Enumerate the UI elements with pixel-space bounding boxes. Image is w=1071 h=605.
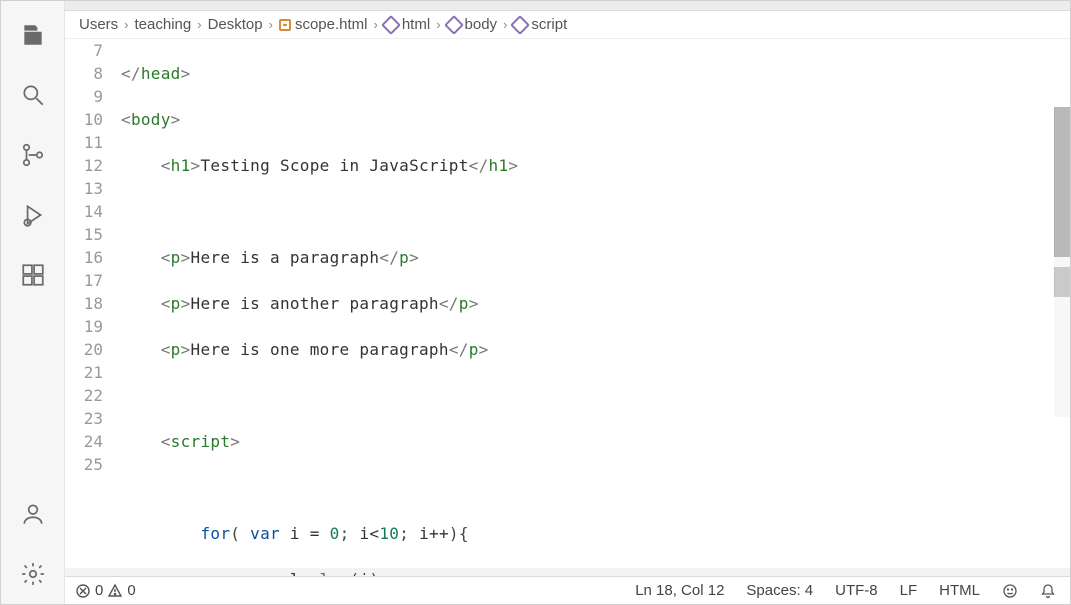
line-number: 23 — [65, 407, 103, 430]
line-number: 11 — [65, 131, 103, 154]
code-line: <body> — [121, 108, 1070, 131]
code-line — [121, 384, 1070, 407]
line-number: 21 — [65, 361, 103, 384]
line-number: 12 — [65, 154, 103, 177]
scrollbar-thumb[interactable] — [1054, 267, 1070, 297]
code-area[interactable]: </head> <body> <h1>Testing Scope in Java… — [121, 39, 1070, 576]
source-control-icon[interactable] — [9, 131, 57, 179]
cursor-position[interactable]: Ln 18, Col 12 — [635, 582, 724, 599]
activity-bar — [1, 1, 65, 604]
breadcrumb-label: body — [465, 16, 498, 33]
breadcrumb-segment[interactable]: html — [384, 16, 430, 33]
error-icon[interactable] — [75, 583, 91, 599]
code-line — [121, 476, 1070, 499]
main-column: Users › teaching › Desktop › scope.html … — [65, 1, 1070, 604]
line-number: 18 — [65, 292, 103, 315]
chevron-right-icon: › — [503, 17, 507, 32]
run-debug-icon[interactable] — [9, 191, 57, 239]
extensions-icon[interactable] — [9, 251, 57, 299]
line-number: 7 — [65, 39, 103, 62]
indentation[interactable]: Spaces: 4 — [746, 582, 813, 599]
line-number: 13 — [65, 177, 103, 200]
status-bar: 0 0 Ln 18, Col 12 Spaces: 4 UTF-8 LF HTM… — [65, 576, 1070, 604]
tab-strip[interactable] — [65, 1, 1070, 11]
code-line: <p>Here is another paragraph</p> — [121, 292, 1070, 315]
chevron-right-icon: › — [269, 17, 273, 32]
search-icon[interactable] — [9, 71, 57, 119]
encoding[interactable]: UTF-8 — [835, 582, 878, 599]
code-line: </head> — [121, 62, 1070, 85]
scrollbar-thumb[interactable] — [1054, 107, 1070, 257]
line-number: 17 — [65, 269, 103, 292]
warning-icon[interactable] — [107, 583, 123, 599]
explorer-icon[interactable] — [9, 11, 57, 59]
line-number: 25 — [65, 453, 103, 476]
feedback-icon[interactable] — [1002, 583, 1018, 599]
breadcrumb-segment[interactable]: Users — [79, 16, 118, 33]
breadcrumb[interactable]: Users › teaching › Desktop › scope.html … — [65, 11, 1070, 39]
symbol-icon — [381, 15, 401, 35]
editor-window: Users › teaching › Desktop › scope.html … — [0, 0, 1071, 605]
line-number: 10 — [65, 108, 103, 131]
code-line — [121, 200, 1070, 223]
line-number: 9 — [65, 85, 103, 108]
breadcrumb-segment[interactable]: script — [513, 16, 567, 33]
symbol-icon — [444, 15, 464, 35]
chevron-right-icon: › — [436, 17, 440, 32]
breadcrumb-segment[interactable]: body — [447, 16, 498, 33]
line-number: 16 — [65, 246, 103, 269]
chevron-right-icon: › — [197, 17, 201, 32]
line-number: 14 — [65, 200, 103, 223]
error-count[interactable]: 0 — [95, 582, 103, 599]
code-line: console.log(i); — [121, 568, 1070, 576]
chevron-right-icon: › — [374, 17, 378, 32]
breadcrumb-label: scope.html — [295, 16, 368, 33]
breadcrumb-label: teaching — [135, 16, 192, 33]
line-number: 15 — [65, 223, 103, 246]
warning-count[interactable]: 0 — [127, 582, 135, 599]
settings-gear-icon[interactable] — [9, 550, 57, 598]
symbol-icon — [511, 15, 531, 35]
breadcrumb-segment[interactable]: scope.html — [279, 16, 368, 33]
eol[interactable]: LF — [900, 582, 918, 599]
line-number: 24 — [65, 430, 103, 453]
breadcrumb-segment[interactable]: teaching — [135, 16, 192, 33]
line-number-gutter: 7 8 9 10 11 12 13 14 15 16 17 18 19 20 2… — [65, 39, 121, 576]
line-number: 8 — [65, 62, 103, 85]
breadcrumb-segment[interactable]: Desktop — [208, 16, 263, 33]
code-line: <p>Here is one more paragraph</p> — [121, 338, 1070, 361]
code-line: <h1>Testing Scope in JavaScript</h1> — [121, 154, 1070, 177]
breadcrumb-label: script — [531, 16, 567, 33]
breadcrumb-label: html — [402, 16, 430, 33]
line-number: 20 — [65, 338, 103, 361]
code-line: <script> — [121, 430, 1070, 453]
breadcrumb-label: Users — [79, 16, 118, 33]
notifications-icon[interactable] — [1040, 583, 1056, 599]
code-editor[interactable]: 7 8 9 10 11 12 13 14 15 16 17 18 19 20 2… — [65, 39, 1070, 576]
language-mode[interactable]: HTML — [939, 582, 980, 599]
code-line: <p>Here is a paragraph</p> — [121, 246, 1070, 269]
breadcrumb-label: Desktop — [208, 16, 263, 33]
account-icon[interactable] — [9, 490, 57, 538]
code-line: for( var i = 0; i<10; i++){ — [121, 522, 1070, 545]
chevron-right-icon: › — [124, 17, 128, 32]
scrollbar-track[interactable] — [1054, 107, 1070, 417]
line-number: 19 — [65, 315, 103, 338]
line-number: 22 — [65, 384, 103, 407]
file-html-icon — [279, 19, 291, 31]
